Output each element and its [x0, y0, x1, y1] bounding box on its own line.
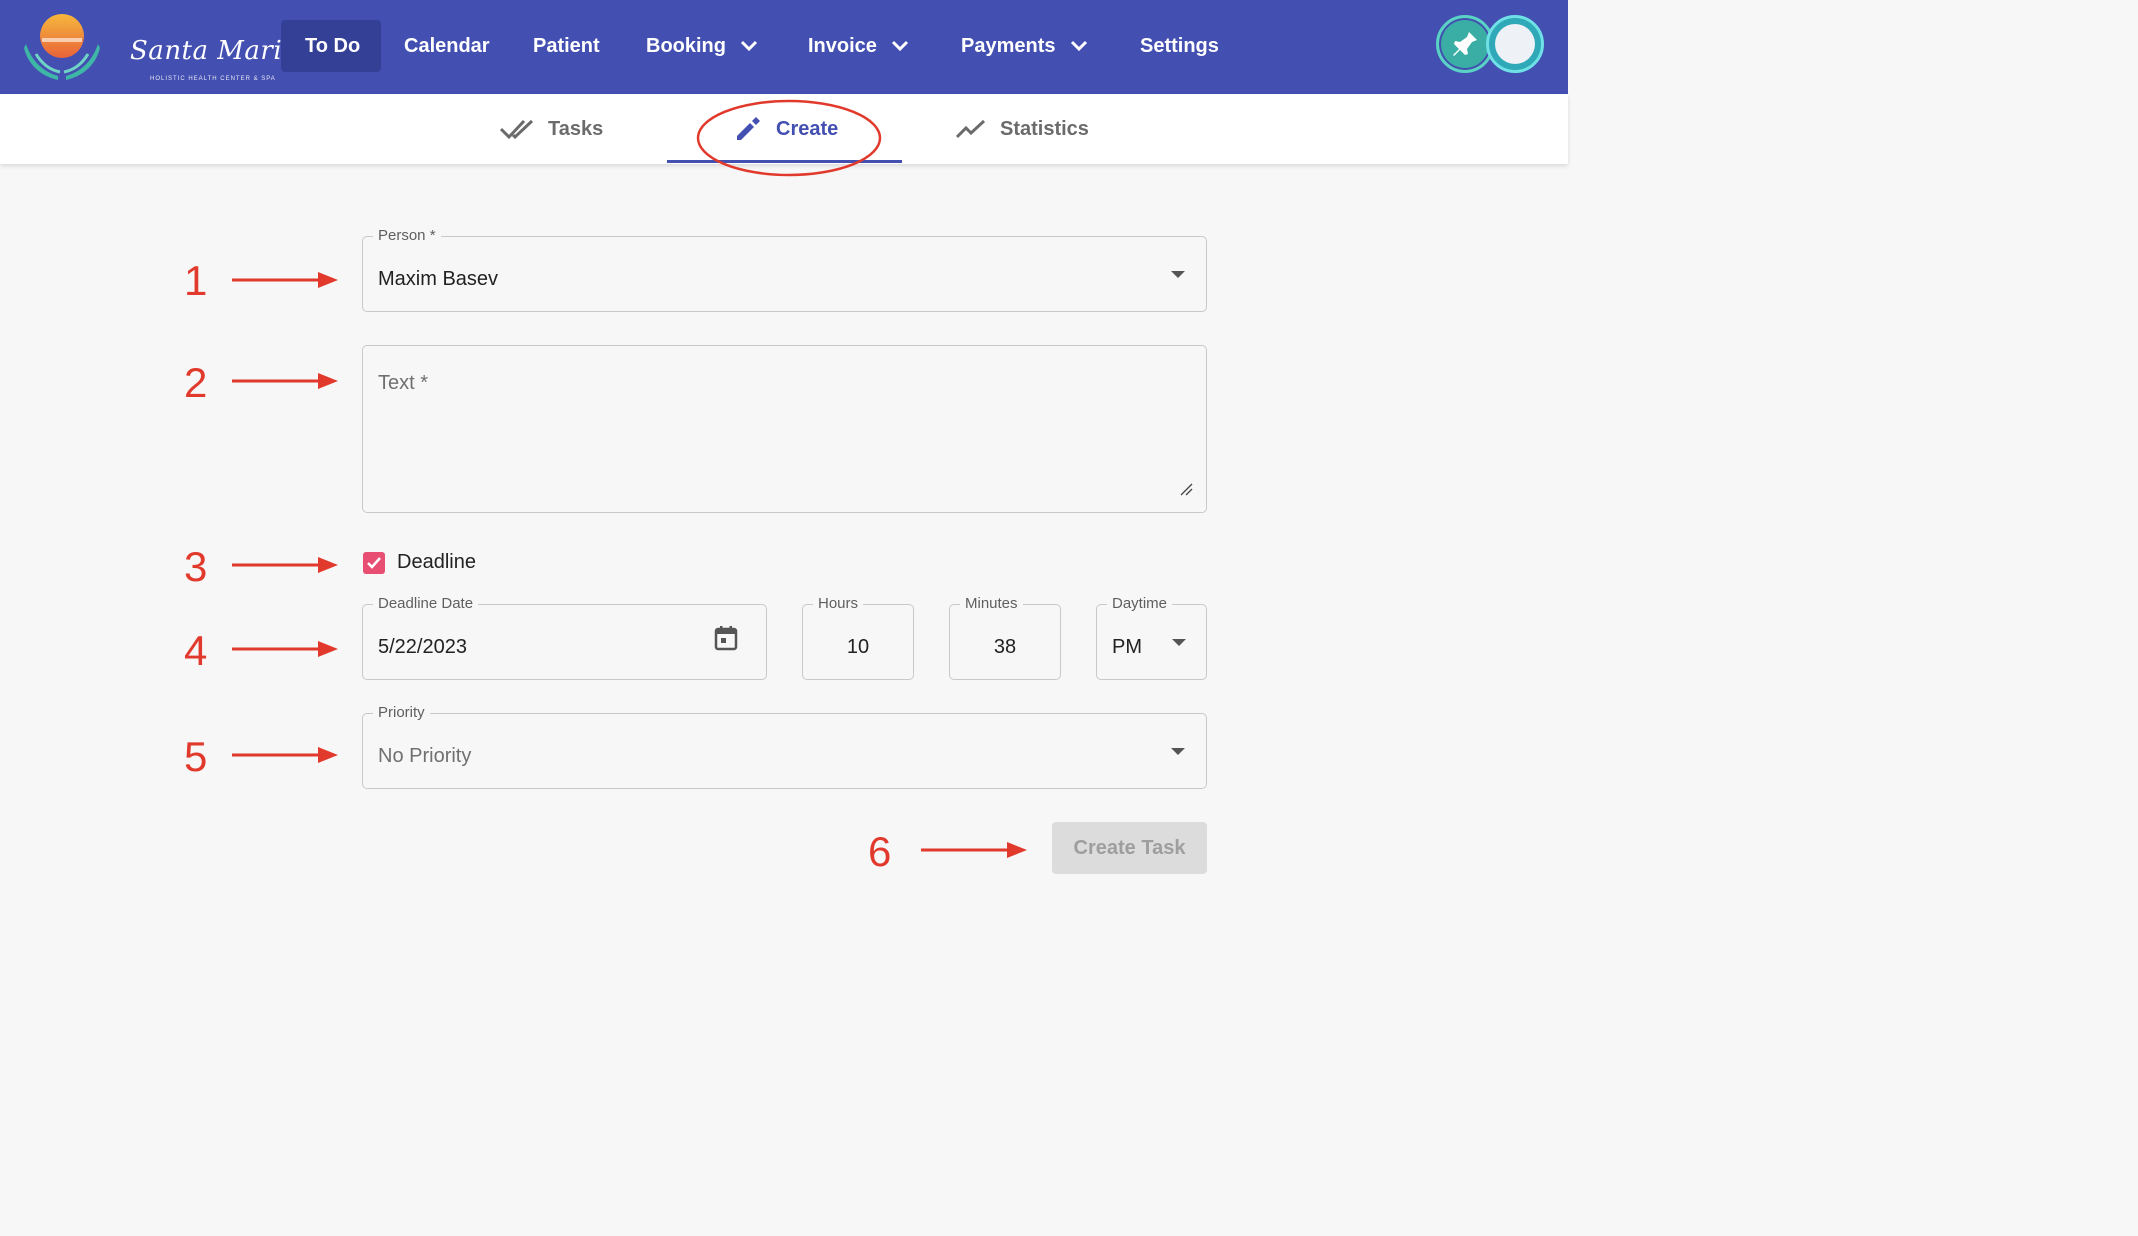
person-value: Maxim Basev: [378, 268, 499, 290]
daytime-label: Daytime: [1107, 595, 1173, 612]
double-check-icon: [500, 119, 534, 140]
dropdown-arrow-icon: [1171, 748, 1185, 755]
tab-statistics-label: Statistics: [1000, 117, 1089, 140]
annotation-number-5: 5: [184, 733, 208, 780]
person-label: Person *: [373, 227, 441, 244]
annotation-arrow-icon: [232, 747, 338, 763]
deadline-date-field[interactable]: Deadline Date 5/22/2023: [362, 595, 767, 680]
daytime-select[interactable]: Daytime PM: [1096, 595, 1207, 680]
minutes-field[interactable]: Minutes 38: [949, 595, 1061, 680]
chevron-down-icon: [740, 40, 758, 52]
priority-label: Priority: [373, 704, 430, 721]
highlight-annotation-ellipse: [696, 99, 882, 177]
hours-label: Hours: [813, 595, 864, 612]
tab-tasks-label: Tasks: [548, 117, 604, 140]
trending-chart-icon: [956, 119, 986, 139]
nav-invoice-label: Invoice: [808, 34, 877, 57]
annotation-number-1: 1: [184, 257, 208, 304]
deadline-date-label: Deadline Date: [373, 595, 479, 612]
nav-invoice[interactable]: Invoice: [808, 20, 909, 72]
deadline-label[interactable]: Deadline: [397, 551, 476, 574]
annotation-number-4: 4: [184, 627, 208, 674]
logo-emblem-icon: [24, 14, 100, 80]
nav-patient-label: Patient: [533, 34, 600, 57]
chevron-down-icon: [1070, 40, 1087, 52]
dropdown-arrow-icon: [1172, 639, 1186, 646]
text-placeholder: Text *: [378, 372, 429, 394]
annotation-number-6: 6: [868, 828, 892, 875]
annotation-number-3: 3: [184, 543, 208, 590]
annotation-arrow-icon: [232, 641, 338, 657]
minutes-value: 38: [993, 636, 1017, 658]
top-navbar: Santa Maria HOLISTIC HEALTH CENTER & SPA…: [0, 0, 1568, 94]
priority-select[interactable]: Priority No Priority: [362, 704, 1207, 789]
text-textarea[interactable]: Text *: [362, 345, 1207, 513]
user-avatar[interactable]: [1486, 15, 1544, 73]
resize-handle-icon[interactable]: [1179, 482, 1193, 496]
avatar-image: [1495, 24, 1535, 64]
dropdown-arrow-icon: [1171, 271, 1185, 278]
hours-value: 10: [846, 636, 870, 658]
brand-logo[interactable]: Santa Maria HOLISTIC HEALTH CENTER & SPA: [22, 10, 298, 84]
nav-settings[interactable]: Settings: [1140, 20, 1219, 72]
checkmark-icon: [367, 557, 381, 569]
deadline-date-value: 5/22/2023: [378, 636, 467, 658]
nav-booking-label: Booking: [646, 34, 726, 57]
minutes-label: Minutes: [960, 595, 1023, 612]
deadline-checkbox[interactable]: [363, 552, 385, 574]
nav-todo[interactable]: To Do: [281, 20, 381, 72]
nav-settings-label: Settings: [1140, 34, 1219, 57]
brand-name: Santa Maria: [130, 36, 299, 66]
tab-tasks[interactable]: Tasks: [500, 94, 603, 164]
pin-icon: [1453, 32, 1477, 56]
nav-todo-label: To Do: [305, 34, 361, 57]
nav-patient[interactable]: Patient: [533, 20, 600, 72]
annotation-number-2: 2: [184, 359, 208, 406]
brand-tagline: HOLISTIC HEALTH CENTER & SPA: [150, 76, 276, 82]
nav-payments-label: Payments: [961, 34, 1056, 57]
nav-calendar[interactable]: Calendar: [404, 20, 490, 72]
hours-field[interactable]: Hours 10: [802, 595, 914, 680]
create-task-button[interactable]: Create Task: [1052, 822, 1207, 874]
calendar-icon[interactable]: [714, 625, 738, 651]
annotation-arrow-icon: [921, 842, 1027, 858]
person-select[interactable]: Person * Maxim Basev: [362, 227, 1207, 312]
nav-payments[interactable]: Payments: [961, 20, 1088, 72]
annotation-arrow-icon: [232, 272, 338, 288]
daytime-value: PM: [1112, 636, 1142, 658]
annotation-arrow-icon: [232, 373, 338, 389]
nav-booking[interactable]: Booking: [646, 20, 758, 72]
annotation-arrow-icon: [232, 557, 338, 573]
nav-calendar-label: Calendar: [404, 34, 490, 57]
chevron-down-icon: [891, 40, 908, 52]
tab-statistics[interactable]: Statistics: [956, 94, 1089, 164]
priority-value: No Priority: [378, 745, 472, 767]
